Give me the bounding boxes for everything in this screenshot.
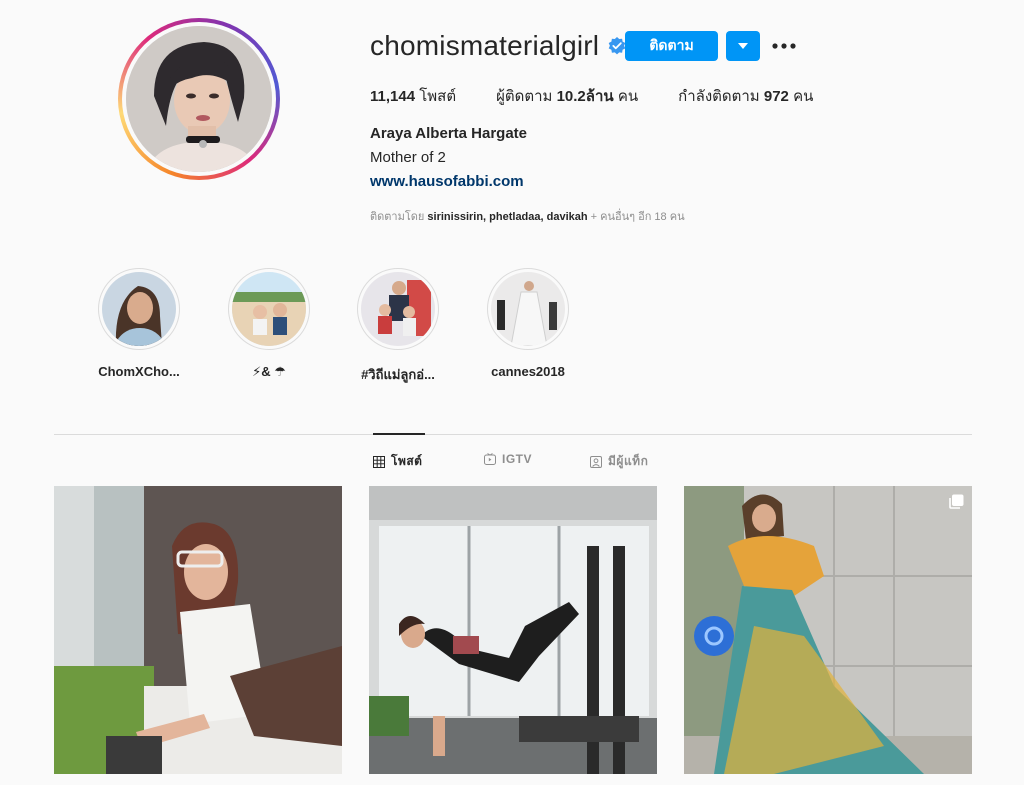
following-count-label: กำลังติดตาม xyxy=(678,88,760,105)
post-thumbnail[interactable] xyxy=(684,486,972,774)
more-options-icon xyxy=(772,43,796,49)
avatar xyxy=(126,26,272,172)
tab-igtv[interactable]: IGTV xyxy=(484,452,532,466)
active-tab-indicator xyxy=(373,433,425,435)
tab-tagged-label: มีผู้แท็ก xyxy=(608,454,649,468)
highlight-ring xyxy=(228,268,310,350)
post-photo xyxy=(54,486,342,774)
highlight-ring xyxy=(357,268,439,350)
followed-by-names: sirinissirin, phetladaa, davikah xyxy=(427,211,588,223)
avatar-photo xyxy=(126,26,272,172)
post-thumbnail[interactable] xyxy=(369,486,657,774)
following-count[interactable]: กำลังติดตาม 972 คน xyxy=(678,84,813,108)
post-photo xyxy=(369,486,657,774)
story-highlight[interactable]: ChomXCho... xyxy=(84,268,194,379)
profile-avatar-story-ring[interactable] xyxy=(118,18,280,180)
full-name: Araya Alberta Hargate xyxy=(370,125,528,142)
tab-igtv-label: IGTV xyxy=(502,452,533,466)
followers-count-label: ผู้ติดตาม xyxy=(496,88,553,105)
tabs-divider xyxy=(54,434,972,435)
story-highlight[interactable]: #วิถีแม่ลูกอ่... xyxy=(343,268,453,385)
username-row: chomismaterialgirl xyxy=(370,28,627,64)
highlight-cover xyxy=(361,272,435,346)
follow-button[interactable]: ติดตาม xyxy=(625,31,718,61)
highlight-cover xyxy=(232,272,306,346)
website-link[interactable]: www.hausofabbi.com xyxy=(370,173,524,190)
post-thumbnail[interactable] xyxy=(54,486,342,774)
highlight-label: ChomXCho... xyxy=(98,364,180,379)
following-count-value: 972 xyxy=(763,88,789,105)
multiple-photos-icon xyxy=(949,494,964,509)
followed-by-link[interactable]: ติดตามโดย sirinissirin, phetladaa, davik… xyxy=(370,207,685,225)
story-highlight[interactable]: cannes2018 xyxy=(473,268,583,379)
highlight-label: cannes2018 xyxy=(491,364,565,379)
highlight-label: #วิถีแม่ลูกอ่... xyxy=(361,367,435,382)
story-highlight[interactable]: ⚡& ☂ xyxy=(214,268,324,380)
igtv-icon xyxy=(484,453,496,465)
tab-posts-label: โพสต์ xyxy=(391,454,423,468)
profile-stats: 11,144 โพสต์ ผู้ติดตาม 10.2ล้าน คน กำลัง… xyxy=(370,84,853,108)
highlight-label: ⚡& ☂ xyxy=(252,364,286,379)
highlight-ring xyxy=(98,268,180,350)
followed-by-prefix: ติดตามโดย xyxy=(370,211,425,223)
posts-count-label: โพสต์ xyxy=(419,88,457,105)
following-count-unit: คน xyxy=(793,88,814,105)
chevron-down-icon xyxy=(738,43,748,49)
highlight-cover xyxy=(491,272,565,346)
suggested-accounts-dropdown-button[interactable] xyxy=(726,31,760,61)
tab-tagged[interactable]: มีผู้แท็ก xyxy=(590,452,648,471)
grid-icon xyxy=(373,455,385,468)
posts-count: 11,144 โพสต์ xyxy=(370,84,456,108)
tab-posts[interactable]: โพสต์ xyxy=(373,452,422,471)
followers-count[interactable]: ผู้ติดตาม 10.2ล้าน คน xyxy=(496,84,638,108)
highlight-cover xyxy=(102,272,176,346)
tagged-user-icon xyxy=(590,455,602,468)
post-photo xyxy=(684,486,972,774)
followers-count-value: 10.2ล้าน xyxy=(556,88,614,105)
highlight-ring xyxy=(487,268,569,350)
more-options-button[interactable] xyxy=(770,32,798,60)
posts-count-value: 11,144 xyxy=(370,88,416,105)
bio: Mother of 2 xyxy=(370,149,446,166)
username: chomismaterialgirl xyxy=(370,30,600,61)
followed-by-suffix: + คนอื่นๆ อีก 18 คน xyxy=(590,211,685,223)
followers-count-unit: คน xyxy=(617,88,639,105)
avatar-ring-gap xyxy=(122,22,276,176)
